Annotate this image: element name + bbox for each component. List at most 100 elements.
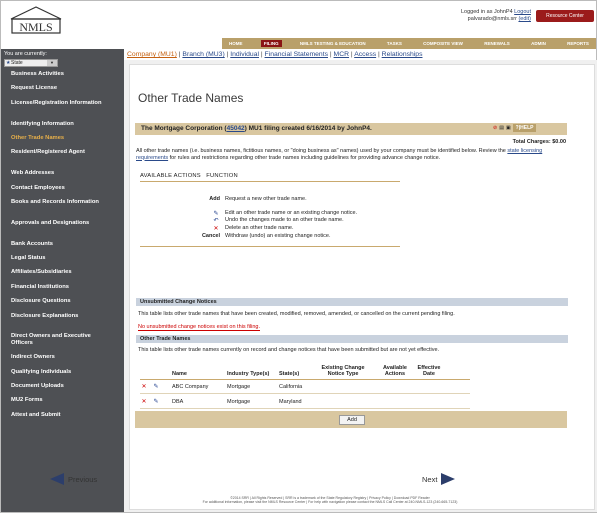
sidebar-item[interactable]: Affiliates/Subsidiaries [11,269,111,276]
footer: ©2014 SRR | All Rights Reserved | SRR is… [160,496,500,504]
action-desc-delete: Delete an other trade name. [225,225,294,231]
sidebar-item[interactable]: Request License [11,85,111,92]
action-desc-edit: Edit an other trade name or an existing … [225,210,358,216]
sidebar-item[interactable]: Legal Status [11,255,111,262]
unsubmitted-section-header: Unsubmitted Change Notices [136,298,568,306]
star-icon: ★ [6,60,11,66]
action-desc-undo: Undo the changes made to an other trade … [225,217,344,223]
resource-center-button[interactable]: Resource Center [536,10,594,22]
divider [140,393,470,394]
delete-icon[interactable]: ✕ [140,383,148,390]
header: NMLS Logged in as JohnP4 Logout palvarad… [1,1,596,39]
arrow-left-icon [50,473,64,485]
sidebar-item[interactable]: Resident/Registered Agent [11,149,111,156]
sidebar-item[interactable]: Books and Records Information [11,199,111,206]
action-desc-cancel: Withdraw (undo) an existing change notic… [225,233,331,239]
filing-prefix: The Mortgage Corporation ( [141,125,227,132]
no-notices-message: No unsubmitted change notices exist on t… [138,324,260,331]
divider [140,181,400,182]
sidebar-item[interactable]: Qualifying Individuals [11,369,111,376]
state-select[interactable]: ★ State ▼ [4,59,58,67]
nav-admin[interactable]: ADMIN [528,40,549,47]
sidebar-item[interactable]: Identifying Information [11,121,111,128]
row-industry: Mortgage [227,384,251,390]
state-select-value: State [11,60,23,66]
nav-reports[interactable]: REPORTS [564,40,592,47]
row-industry: Mortgage [227,399,251,405]
subnav-mcr[interactable]: MCR [334,51,349,58]
sidebar-item[interactable]: Direct Owners and Executive Officers [11,333,111,346]
pdf-icon[interactable]: ▣ [506,125,511,131]
sidebar-item[interactable]: Approvals and Designations [11,220,111,227]
other-trade-names-header: Other Trade Names [136,335,568,343]
nav-home[interactable]: HOME [226,40,246,47]
available-actions-header: AVAILABLE ACTIONS FUNCTION [140,173,238,179]
intro-text-1: All other trade names (i.e. business nam… [136,148,508,154]
subnav-relationships[interactable]: Relationships [382,51,423,58]
column-header: Name [172,371,187,377]
page-title: Other Trade Names [138,91,244,105]
company-id-link[interactable]: 45042 [227,125,245,132]
edit-icon[interactable]: ✎ [152,383,160,390]
subnav-access[interactable]: Access [354,51,376,58]
svg-text:NMLS: NMLS [19,20,52,34]
row-name: ABC Company [172,384,209,390]
column-header: Available Actions [383,365,407,377]
help-label: HELP [520,125,534,131]
help-circle-icon[interactable]: ⊘ [493,125,497,131]
delete-icon[interactable]: ✕ [140,398,148,405]
edit-icon[interactable]: ✎ [152,398,160,405]
column-header: Existing Change Notice Type [321,365,365,377]
subnav-company[interactable]: Company (MU1) [127,51,177,58]
sidebar-item[interactable]: License/Registration Information [11,100,111,107]
sidebar-item[interactable]: MU2 Forms [11,397,111,404]
nav-filing[interactable]: FILING [260,40,282,47]
column-header: Industry Type(s) [227,371,270,377]
delete-icon: ✕ [213,226,219,232]
content-panel: Other Trade Names The Mortgage Corporati… [129,64,595,510]
sidebar-item[interactable]: Other Trade Names [11,135,111,142]
sidebar-item[interactable]: Bank Accounts [11,241,111,248]
sidebar-item[interactable]: Financial Institutions [11,284,111,291]
subnav-branch[interactable]: Branch (MU3) [182,51,224,58]
footer-line-2: For additional information, please visit… [202,500,458,504]
main-content: Other Trade Names The Mortgage Corporati… [124,60,597,512]
sidebar-item[interactable]: Web Addresses [11,170,111,177]
nav-testing-education[interactable]: NMLS TESTING & EDUCATION [297,40,369,47]
edit-icon: ✎ [213,211,219,217]
edit-email-link[interactable]: (edit) [518,16,531,22]
print-icon[interactable]: ▤ [499,125,504,131]
logged-in-as: Logged in as JohnP4 [460,9,513,15]
intro-text-2: for rules and restrictions regarding oth… [168,154,441,161]
subnav-financial-statements[interactable]: Financial Statements [265,51,328,58]
sidebar-item[interactable]: Disclosure Explanations [11,313,111,320]
sub-nav: Company (MU1) | Branch (MU3) | Individua… [127,51,423,58]
subnav-individual[interactable]: Individual [230,51,259,58]
chevron-down-icon: ▼ [47,60,57,66]
row-state: California [279,384,303,390]
function-label: FUNCTION [206,173,238,179]
sidebar-item[interactable]: Business Activities [11,71,111,78]
logout-link[interactable]: Logout [514,9,531,15]
column-header: State(s) [279,371,300,377]
add-button[interactable]: Add [339,415,365,425]
sidebar-item[interactable]: Indirect Owners [11,354,111,361]
next-button[interactable]: Next [422,473,456,485]
sidebar-item[interactable]: Attest and Submit [11,412,111,419]
undo-icon: ↶ [213,218,219,224]
arrow-right-icon [441,473,456,485]
total-charges: Total Charges: $0.00 [512,139,566,145]
nav-composite-view[interactable]: COMPOSITE VIEW [420,40,466,47]
sidebar-item[interactable]: Document Uploads [11,383,111,390]
nav-tasks[interactable]: TASKS [384,40,405,47]
previous-button[interactable]: Previous [50,473,97,485]
divider [140,408,470,409]
help-button[interactable]: ?|HELP [512,124,537,132]
next-label: Next [422,474,438,484]
nav-renewals[interactable]: RENEWALS [481,40,513,47]
top-nav: HOME FILING NMLS TESTING & EDUCATION TAS… [222,38,596,49]
sidebar-item[interactable]: Contact Employees [11,185,111,192]
unsubmitted-section-text: This table lists other trade names that … [138,311,455,317]
sidebar-item[interactable]: Disclosure Questions [11,298,111,305]
nmls-logo[interactable]: NMLS [9,5,63,35]
